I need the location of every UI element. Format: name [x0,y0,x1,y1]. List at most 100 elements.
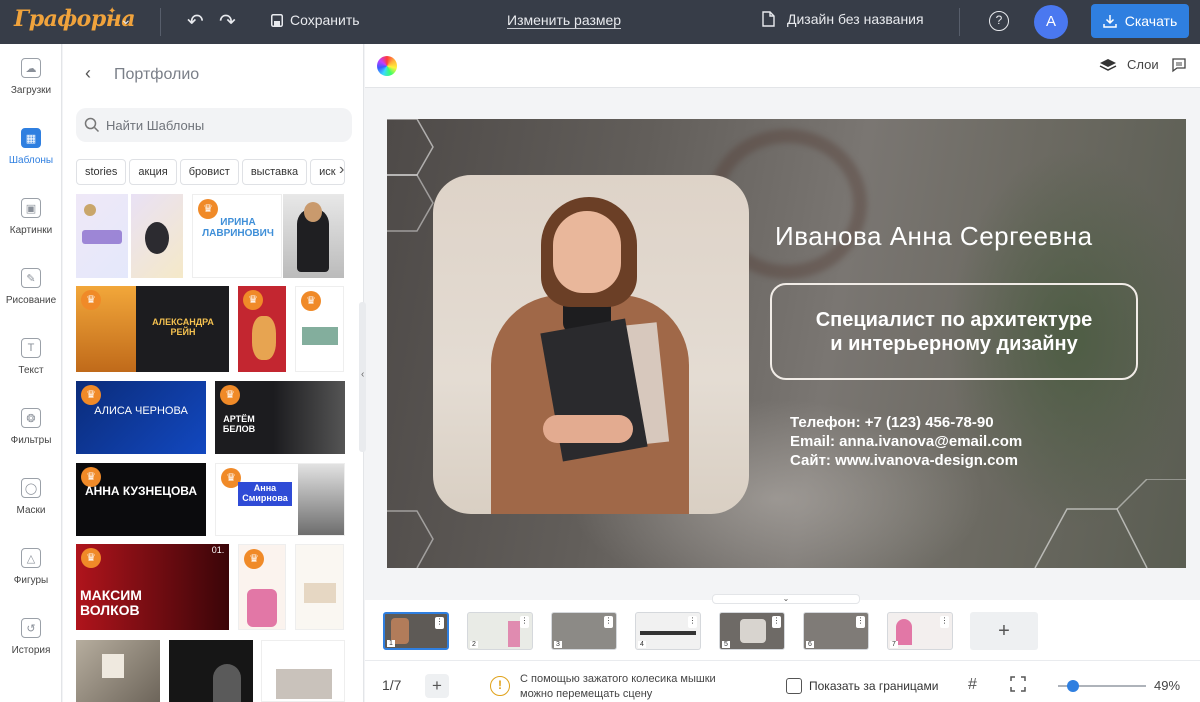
thumb-photo [213,664,241,702]
photo-hands [543,415,633,443]
tag-chip[interactable]: бровист [179,159,239,185]
tool-drawing[interactable]: ✎ Рисование [0,268,62,306]
more-icon[interactable]: ⋮ [688,616,697,628]
template-thumbnail[interactable]: ♛ [295,286,344,372]
tool-templates[interactable]: ▦ Шаблоны [0,128,62,166]
design-title-box[interactable]: Специалист по архитектуре и интерьерному… [770,283,1138,380]
zoom-slider-knob[interactable] [1066,680,1079,692]
more-icon[interactable]: ⋮ [856,616,865,628]
thumb-title: ИРИНА ЛАВРИНОВИЧ [202,217,274,239]
design-canvas[interactable]: Иванова Анна Сергеевна Специалист по арх… [387,119,1186,568]
document-title[interactable]: Дизайн без названия [762,11,924,27]
page-number: 7 [890,641,898,648]
add-page-small-button[interactable]: + [425,674,449,698]
more-icon[interactable]: ⋮ [940,616,949,628]
color-picker-icon[interactable] [377,56,397,76]
tag-chip[interactable]: акция [129,159,177,185]
grid-icon[interactable]: # [968,676,977,694]
zoom-slider[interactable] [1058,680,1146,692]
hexagon-decoration [1034,479,1186,568]
template-thumbnail[interactable]: ♛ МАКСИМ ВОЛКОВ 01. [76,544,229,630]
template-thumbnail[interactable]: ♛ АЛЕКСАНДРА РЕЙН [76,286,229,372]
page-thumbnail[interactable]: 7 ⋮ [887,612,953,650]
fit-screen-icon[interactable] [1010,676,1026,692]
tool-label: Текст [18,365,44,376]
chevron-down-icon[interactable]: ⌄ [712,594,860,604]
portrait-photo[interactable] [433,175,749,514]
tool-history[interactable]: ↺ История [0,618,62,656]
tool-uploads[interactable]: ☁ Загрузки [0,58,62,96]
template-thumbnail[interactable]: ♛ АРТЁМ БЕЛОВ [215,381,345,454]
shapes-icon: △ [21,548,41,568]
page-preview [896,619,912,645]
template-thumbnail[interactable]: ♛ АННА КУЗНЕЦОВА [76,463,206,536]
page-thumbnail[interactable]: 6 ⋮ [803,612,869,650]
template-thumbnail[interactable] [169,640,253,702]
template-thumbnail[interactable] [261,640,345,702]
template-thumbnail[interactable]: ♛ ИРИНА ЛАВРИНОВИЧ [192,194,282,278]
crown-icon: ♛ [81,548,101,568]
text-icon: T [21,338,41,358]
template-thumbnail[interactable]: ♛ [238,286,286,372]
save-button[interactable]: Сохранить [271,12,360,28]
more-icon[interactable]: ⋮ [520,616,529,628]
search-bar[interactable] [76,108,352,142]
search-input[interactable] [106,117,346,133]
template-thumbnail[interactable]: ♛ [238,544,286,630]
template-thumbnail[interactable] [295,544,344,630]
thumb-block [276,669,332,699]
template-thumbnail[interactable] [76,194,128,278]
design-name-text[interactable]: Иванова Анна Сергеевна [775,221,1093,252]
layers-label: Слои [1127,57,1159,72]
design-title-line: Специалист по архитектуре [815,308,1093,331]
template-thumbnail[interactable] [131,194,183,278]
tool-label: Загрузки [10,85,52,96]
more-icon[interactable]: ⋮ [772,616,781,628]
page-thumbnail[interactable]: 3 ⋮ [551,612,617,650]
cloud-icon: ☁ [21,58,41,78]
thumb-photo [298,464,344,535]
show-outside-label[interactable]: Показать за границами [809,679,938,693]
redo-icon[interactable]: ↷ [219,9,236,34]
page-thumbnail[interactable]: 2 ⋮ [467,612,533,650]
layers-button[interactable]: Слои [1099,57,1159,72]
pencil-icon: ✎ [21,268,41,288]
tool-shapes[interactable]: △ Фигуры [0,548,62,586]
undo-icon[interactable]: ↶ [187,9,204,34]
more-icon[interactable]: ⋮ [604,616,613,628]
template-thumbnail[interactable]: ♛ АЛИСА ЧЕРНОВА [76,381,206,454]
page-thumbnail[interactable]: 5 ⋮ [719,612,785,650]
logo-spark-icon: ✦ [108,6,117,17]
mask-icon: ◯ [21,478,41,498]
tag-chip[interactable]: выставка [241,159,308,185]
help-icon[interactable]: ? [989,11,1009,31]
tag-chip[interactable]: stories [76,159,127,185]
download-button[interactable]: Скачать [1091,4,1189,38]
warning-icon: ! [490,676,510,696]
more-icon[interactable]: ⋮ [435,617,444,629]
back-arrow-icon[interactable]: ‹ [85,63,91,84]
avatar[interactable]: А [1034,5,1068,39]
app-logo[interactable]: Графорна [14,6,136,32]
tool-filters[interactable]: ❂ Фильтры [0,408,62,446]
add-page-button[interactable]: + [970,612,1038,650]
comment-icon[interactable] [1171,57,1187,76]
template-thumbnail[interactable] [283,194,344,278]
tool-text[interactable]: T Текст [0,338,62,376]
page-thumbnail[interactable]: 4 ⋮ [635,612,701,650]
show-outside-checkbox[interactable] [786,678,802,694]
resize-button[interactable]: Изменить размер [507,12,622,29]
divider [160,8,161,36]
page-thumbnail[interactable]: 1 ⋮ [383,612,449,650]
chevron-down-icon[interactable]: ⌄ [120,11,132,28]
chevron-right-icon[interactable]: › [339,161,344,179]
template-thumbnail[interactable]: ♛ Анна Смирнова [215,463,345,536]
tool-images[interactable]: ▣ Картинки [0,198,62,236]
photo-face [553,211,621,293]
design-contacts[interactable]: Телефон: +7 (123) 456-78-90 Email: anna.… [790,413,1022,470]
template-thumbnail[interactable] [76,640,160,702]
tool-masks[interactable]: ◯ Маски [0,478,62,516]
crown-icon: ♛ [220,385,240,405]
crown-icon: ♛ [243,290,263,310]
collapse-arrow-icon[interactable]: ‹ [361,369,364,380]
